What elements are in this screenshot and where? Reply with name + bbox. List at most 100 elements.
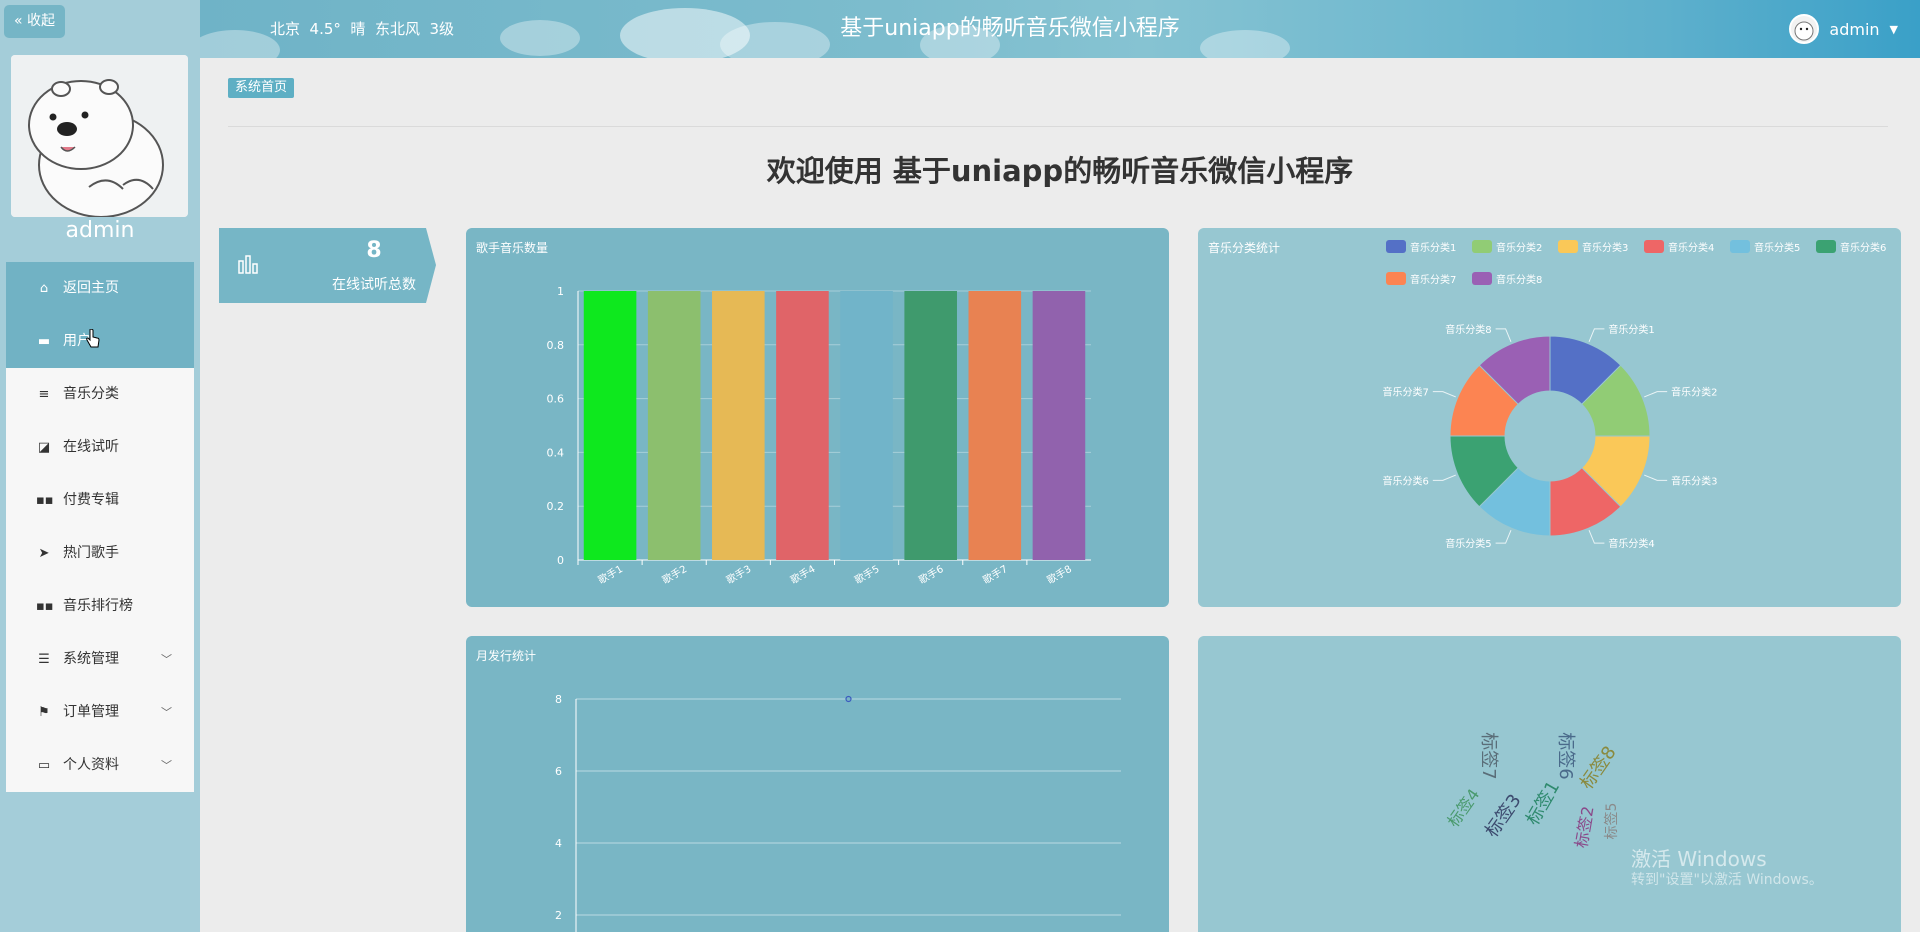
sidebar-item-label: 个人资料 — [63, 757, 119, 773]
windows-watermark: 激活 Windows — [1631, 847, 1767, 871]
x-tick-label: 歌手2 — [660, 562, 689, 586]
sidebar-item-home[interactable]: ⌂ 返回主页 — [6, 262, 194, 315]
y-tick-label: 4 — [555, 837, 562, 850]
header-username: admin — [1829, 19, 1880, 39]
card-icon: ▭ — [37, 758, 51, 773]
sidebar-item-users[interactable]: ▬ 用户 — [6, 315, 194, 368]
tag-word: 标签5 — [1603, 803, 1620, 840]
polar-bear-image — [11, 55, 188, 217]
pie-label: 音乐分类4 — [1608, 537, 1654, 550]
sidebar-item-order-manage[interactable]: ⚑ 订单管理 ﹀ — [6, 686, 194, 739]
sidebar-item-label: 音乐分类 — [63, 386, 119, 402]
line-point — [845, 695, 852, 703]
pie-label: 音乐分类1 — [1608, 323, 1654, 336]
legend-swatch — [1816, 240, 1836, 253]
chart-title: 音乐分类统计 — [1208, 241, 1281, 255]
legend-swatch — [1386, 272, 1406, 285]
send-icon: ➤ — [38, 546, 50, 561]
stat-label: 在线试听总数 — [332, 277, 416, 293]
chevron-down-icon: ﹀ — [161, 759, 172, 772]
tag-word: 标签7 — [1478, 732, 1499, 779]
sidebar-item-profile[interactable]: ▭ 个人资料 ﹀ — [6, 739, 194, 792]
sidebar-username: admin — [65, 218, 135, 243]
y-tick-label: 8 — [555, 693, 562, 706]
pie-label: 音乐分类7 — [1382, 386, 1428, 399]
collapse-button[interactable]: « 收起 — [4, 5, 65, 38]
chevron-down-icon: ﹀ — [161, 653, 172, 666]
cursor-hand-icon — [86, 329, 100, 348]
tag-word: 标签1 — [1522, 777, 1564, 829]
grid-icon: ▪▪ — [36, 599, 54, 614]
legend-swatch — [1386, 240, 1406, 253]
sidebar-item-label: 音乐排行榜 — [63, 598, 133, 614]
pie-label-line — [1495, 530, 1512, 544]
top-header: 北京 4.5° 晴 东北风 3级 基于uniapp的畅听音乐微信小程序 admi… — [200, 0, 1920, 58]
sliders-icon: ☰ — [38, 652, 50, 667]
page-title: 欢迎使用 基于uniapp的畅听音乐微信小程序 — [766, 154, 1354, 188]
sidebar-item-paid-album[interactable]: ▪▪ 付费专辑 — [6, 474, 194, 527]
bar — [647, 291, 701, 560]
pie-chart-panel: 音乐分类统计 音乐分类1 音乐分类2 音乐分类3 音乐分类4 音乐分类5 音乐分类6 音乐分… — [1198, 228, 1901, 607]
bar-chart-panel: 歌手音乐数量 0 0.2 0.4 0.6 0.8 1 歌手1 歌手2 歌手3 歌手4 歌手5 歌手6 歌… — [466, 228, 1169, 607]
sidebar: « 收起 admin ⌂ 返回主页 ▬ 用户 ≡ 音乐分类 ◪ 在线试听 ▪▪ … — [0, 0, 200, 932]
pie-label: 音乐分类6 — [1382, 474, 1428, 487]
bar — [712, 291, 765, 560]
pie-label-line — [1432, 391, 1456, 398]
sidebar-item-online-listen[interactable]: ◪ 在线试听 — [6, 421, 194, 474]
tag-word: 标签2 — [1572, 805, 1598, 850]
pie-chart: 音乐分类1 音乐分类2 音乐分类3 音乐分类4 音乐分类5 音乐分类6 音乐分类7 音乐分类8… — [1382, 240, 1886, 550]
bar — [1032, 291, 1086, 560]
sidebar-item-label: 付费专辑 — [63, 492, 119, 508]
legend-swatch — [1644, 240, 1664, 253]
divider — [228, 126, 1888, 127]
x-tick-label: 歌手4 — [788, 562, 817, 586]
home-icon: ⌂ — [39, 281, 49, 296]
bar-chart: 0 0.2 0.4 0.6 0.8 1 歌手1 歌手2 歌手3 歌手4 歌手5 歌手6 歌手7 歌手8 — [547, 285, 1091, 587]
legend-label: 音乐分类4 — [1668, 241, 1714, 254]
bar — [840, 291, 893, 560]
y-tick-label: 1 — [557, 285, 564, 298]
sidebar-item-label: 返回主页 — [63, 280, 119, 296]
y-tick-label: 0.6 — [547, 393, 565, 406]
sidebar-item-music-ranking[interactable]: ▪▪ 音乐排行榜 — [6, 580, 194, 633]
chart-title: 月发行统计 — [476, 649, 537, 663]
pie-label-line — [1644, 391, 1668, 398]
y-tick-label: 0.8 — [547, 339, 565, 352]
sidebar-item-music-category[interactable]: ≡ 音乐分类 — [6, 368, 194, 421]
pie-label: 音乐分类8 — [1445, 323, 1491, 336]
line-chart: 2 4 6 8 — [555, 693, 1121, 932]
grid-icon: ▪▪ — [36, 493, 54, 508]
tag-word: 标签4 — [1444, 785, 1484, 830]
user-menu[interactable]: admin ▼ — [1789, 0, 1898, 58]
bar — [968, 291, 1022, 560]
legend-swatch — [1472, 240, 1492, 253]
sidebar-item-label: 系统管理 — [63, 651, 119, 667]
caret-down-icon: ▼ — [1889, 22, 1898, 36]
sidebar-item-hot-singer[interactable]: ➤ 热门歌手 — [6, 527, 194, 580]
pie-label: 音乐分类3 — [1671, 474, 1717, 487]
pie-label-line — [1432, 474, 1456, 481]
monitor-icon: ▬ — [37, 334, 51, 349]
legend-label: 音乐分类5 — [1754, 241, 1800, 254]
x-tick-label: 歌手7 — [980, 562, 1009, 586]
sidebar-item-label: 热门歌手 — [63, 545, 119, 561]
sidebar-item-system-manage[interactable]: ☰ 系统管理 ﹀ — [6, 633, 194, 686]
tag-word: 标签3 — [1481, 790, 1525, 841]
y-tick-label: 0 — [557, 554, 564, 567]
legend-swatch — [1558, 240, 1578, 253]
breadcrumb[interactable]: 系统首页 — [228, 78, 295, 98]
legend-label: 音乐分类3 — [1582, 241, 1628, 254]
legend-swatch — [1472, 272, 1492, 285]
bar — [776, 291, 829, 560]
pie-label: 音乐分类2 — [1671, 386, 1717, 399]
stat-value: 8 — [366, 238, 382, 263]
pie-label-line — [1588, 530, 1605, 544]
legend-label: 音乐分类6 — [1840, 241, 1886, 254]
x-tick-label: 歌手1 — [596, 562, 625, 586]
legend-label: 音乐分类7 — [1410, 273, 1456, 286]
windows-watermark-sub: 转到"设置"以激活 Windows。 — [1631, 872, 1823, 888]
bar — [904, 291, 957, 560]
pie-label-line — [1644, 474, 1668, 481]
chart-title: 歌手音乐数量 — [476, 241, 549, 255]
y-tick-label: 0.4 — [547, 446, 565, 459]
